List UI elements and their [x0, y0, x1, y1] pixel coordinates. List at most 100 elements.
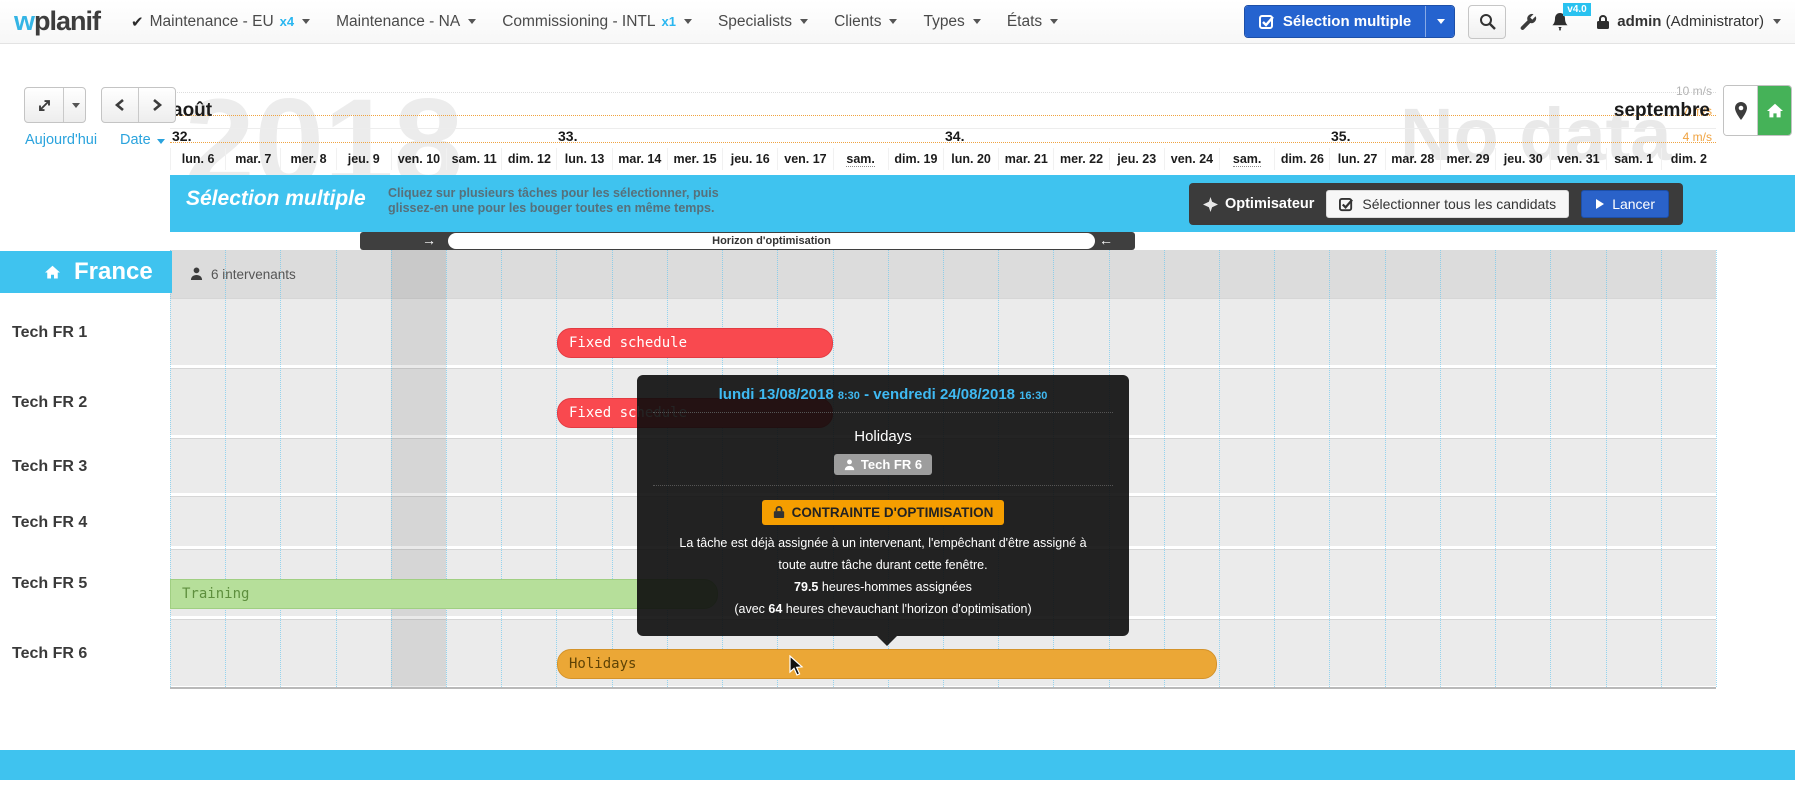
- menu-item-maintenance-eu[interactable]: ✔Maintenance - EUx4: [118, 0, 323, 43]
- chevron-down-icon: [1437, 19, 1445, 24]
- menu-item-commissioning-intl[interactable]: Commissioning - INTLx1: [489, 0, 705, 43]
- task-bar-holidays[interactable]: Holidays: [557, 649, 1217, 679]
- search-icon: [1479, 13, 1496, 30]
- launch-button[interactable]: Lancer: [1581, 190, 1669, 218]
- play-icon: [1595, 198, 1605, 210]
- week-number: 35.: [1331, 128, 1350, 144]
- home-view-button[interactable]: [1758, 86, 1791, 135]
- user-name: admin: [1617, 13, 1661, 30]
- logo-rest: planif: [34, 6, 100, 36]
- menu-item-label: États: [1007, 13, 1042, 31]
- day-headers-row: lun. 6mar. 7mer. 8jeu. 9ven. 10sam. 11di…: [170, 148, 1716, 170]
- resource-label: Tech FR 1: [0, 298, 170, 368]
- chevron-down-icon: [684, 19, 692, 24]
- tooltip-constraint-text: La tâche est déjà assignée à un interven…: [651, 532, 1115, 620]
- day-header-cell: mar. 28: [1385, 148, 1440, 170]
- horizon-bar[interactable]: Horizon d'optimisation: [448, 233, 1095, 249]
- horizon-label: Horizon d'optimisation: [712, 235, 831, 247]
- task-bar-training[interactable]: Training: [170, 579, 718, 609]
- day-header-cell: mar. 14: [612, 148, 667, 170]
- week-number: 33.: [558, 128, 577, 144]
- day-header-cell: ven. 24: [1164, 148, 1219, 170]
- month-label-august: août: [172, 100, 212, 122]
- menu-item-types[interactable]: Types: [910, 0, 993, 43]
- multi-select-label: Sélection multiple: [1283, 13, 1411, 30]
- day-header-cell: dim. 19: [888, 148, 943, 170]
- day-header-cell: jeu. 23: [1109, 148, 1164, 170]
- checkbox-icon: [1259, 14, 1275, 30]
- multi-select-button[interactable]: Sélection multiple: [1244, 5, 1455, 38]
- scroll-left-button[interactable]: [102, 88, 138, 122]
- menu-item-label: Specialists: [718, 13, 792, 31]
- menu-item-clients[interactable]: Clients: [821, 0, 910, 43]
- select-all-candidates-button[interactable]: Sélectionner tous les candidats: [1326, 190, 1569, 218]
- month-label-september: septembre: [1614, 100, 1710, 122]
- logo-prefix: w: [14, 6, 34, 36]
- multi-select-dropdown-toggle[interactable]: [1425, 6, 1454, 37]
- multi-select-banner: Sélection multiple Cliquez sur plusieurs…: [170, 175, 1795, 232]
- tooltip-task-name: Holidays: [651, 428, 1115, 445]
- day-header-cell: sam. 11: [446, 148, 501, 170]
- resource-label: Tech FR 4: [0, 496, 170, 549]
- day-header-cell: lun. 13: [556, 148, 611, 170]
- wrench-icon: [1519, 12, 1538, 31]
- checkbox-icon: [1339, 197, 1354, 212]
- version-badge: v4.0: [1563, 3, 1590, 16]
- notifications-button[interactable]: v4.0: [1551, 12, 1569, 32]
- app-logo[interactable]: wplanif: [14, 6, 100, 37]
- chevron-down-icon: [1773, 19, 1781, 24]
- menu-item-label: Clients: [834, 13, 881, 31]
- menu-item-badge: x4: [280, 14, 294, 29]
- resource-label: Tech FR 6: [0, 619, 170, 689]
- zoom-fit-button[interactable]: [25, 88, 63, 122]
- resource-labels-column: Tech FR 1Tech FR 2Tech FR 3Tech FR 4Tech…: [0, 298, 170, 689]
- chevron-down-icon: [302, 19, 310, 24]
- wind-speed-label: 10 m/s: [1676, 84, 1712, 98]
- map-pin-icon: [1733, 101, 1749, 121]
- settings-button[interactable]: [1519, 12, 1538, 31]
- day-header-cell: dim. 26: [1274, 148, 1329, 170]
- banner-title: Sélection multiple: [186, 187, 366, 211]
- day-header-cell: lun. 27: [1329, 148, 1384, 170]
- zoom-dropdown-toggle[interactable]: [63, 88, 85, 122]
- search-button[interactable]: [1468, 5, 1506, 39]
- top-navbar: wplanif ✔Maintenance - EUx4Maintenance -…: [0, 0, 1795, 44]
- menu-item-tats[interactable]: États: [994, 0, 1071, 43]
- day-header-cell: mar. 21: [998, 148, 1053, 170]
- horizon-right-handle[interactable]: ←: [1099, 232, 1113, 250]
- menu-item-label: Maintenance - EU: [150, 13, 274, 31]
- menu-item-label: Commissioning - INTL: [502, 13, 655, 31]
- day-header-cell: sam. 1: [1606, 148, 1661, 170]
- person-icon: [190, 267, 203, 281]
- optimization-horizon-slider[interactable]: → Horizon d'optimisation ←: [360, 232, 1135, 250]
- map-pin-button[interactable]: [1724, 86, 1758, 135]
- lock-icon: [773, 505, 785, 519]
- optimization-constraint-chip: CONTRAINTE D'OPTIMISATION: [762, 500, 1005, 525]
- day-header-cell: lun. 6: [170, 148, 225, 170]
- tooltip-separator: [653, 412, 1113, 413]
- day-header-cell: sam.: [833, 148, 888, 170]
- resource-label: Tech FR 5: [0, 549, 170, 619]
- menu-item-specialists[interactable]: Specialists: [705, 0, 821, 43]
- user-role: (Administrator): [1666, 13, 1764, 30]
- menu-item-label: Types: [923, 13, 964, 31]
- tooltip-hours: 79.5 heures-hommes assignées: [651, 576, 1115, 598]
- group-header-france[interactable]: France: [0, 251, 172, 293]
- menu-item-maintenance-na[interactable]: Maintenance - NA: [323, 0, 489, 43]
- bottom-scroll-bar[interactable]: [0, 750, 1795, 780]
- app-window: wplanif ✔Maintenance - EUx4Maintenance -…: [0, 0, 1795, 786]
- home-icon: [1766, 103, 1784, 119]
- day-header-cell: ven. 10: [391, 148, 446, 170]
- scroll-right-button[interactable]: [138, 88, 175, 122]
- horizon-left-handle[interactable]: →: [422, 232, 436, 250]
- task-bar-fixed-schedule[interactable]: Fixed schedule: [557, 328, 833, 358]
- tooltip-overlap: (avec 64 heures chevauchant l'horizon d'…: [651, 598, 1115, 620]
- optimizer-label: Optimisateur: [1203, 196, 1314, 212]
- today-link[interactable]: Aujourd'hui: [25, 132, 97, 148]
- wind-gridline: [170, 92, 1716, 93]
- date-link[interactable]: Date: [120, 132, 165, 148]
- day-header-cell: dim. 2: [1661, 148, 1716, 170]
- lock-icon: [1596, 14, 1610, 30]
- day-header-cell: mer. 15: [667, 148, 722, 170]
- user-menu[interactable]: admin (Administrator): [1582, 13, 1781, 30]
